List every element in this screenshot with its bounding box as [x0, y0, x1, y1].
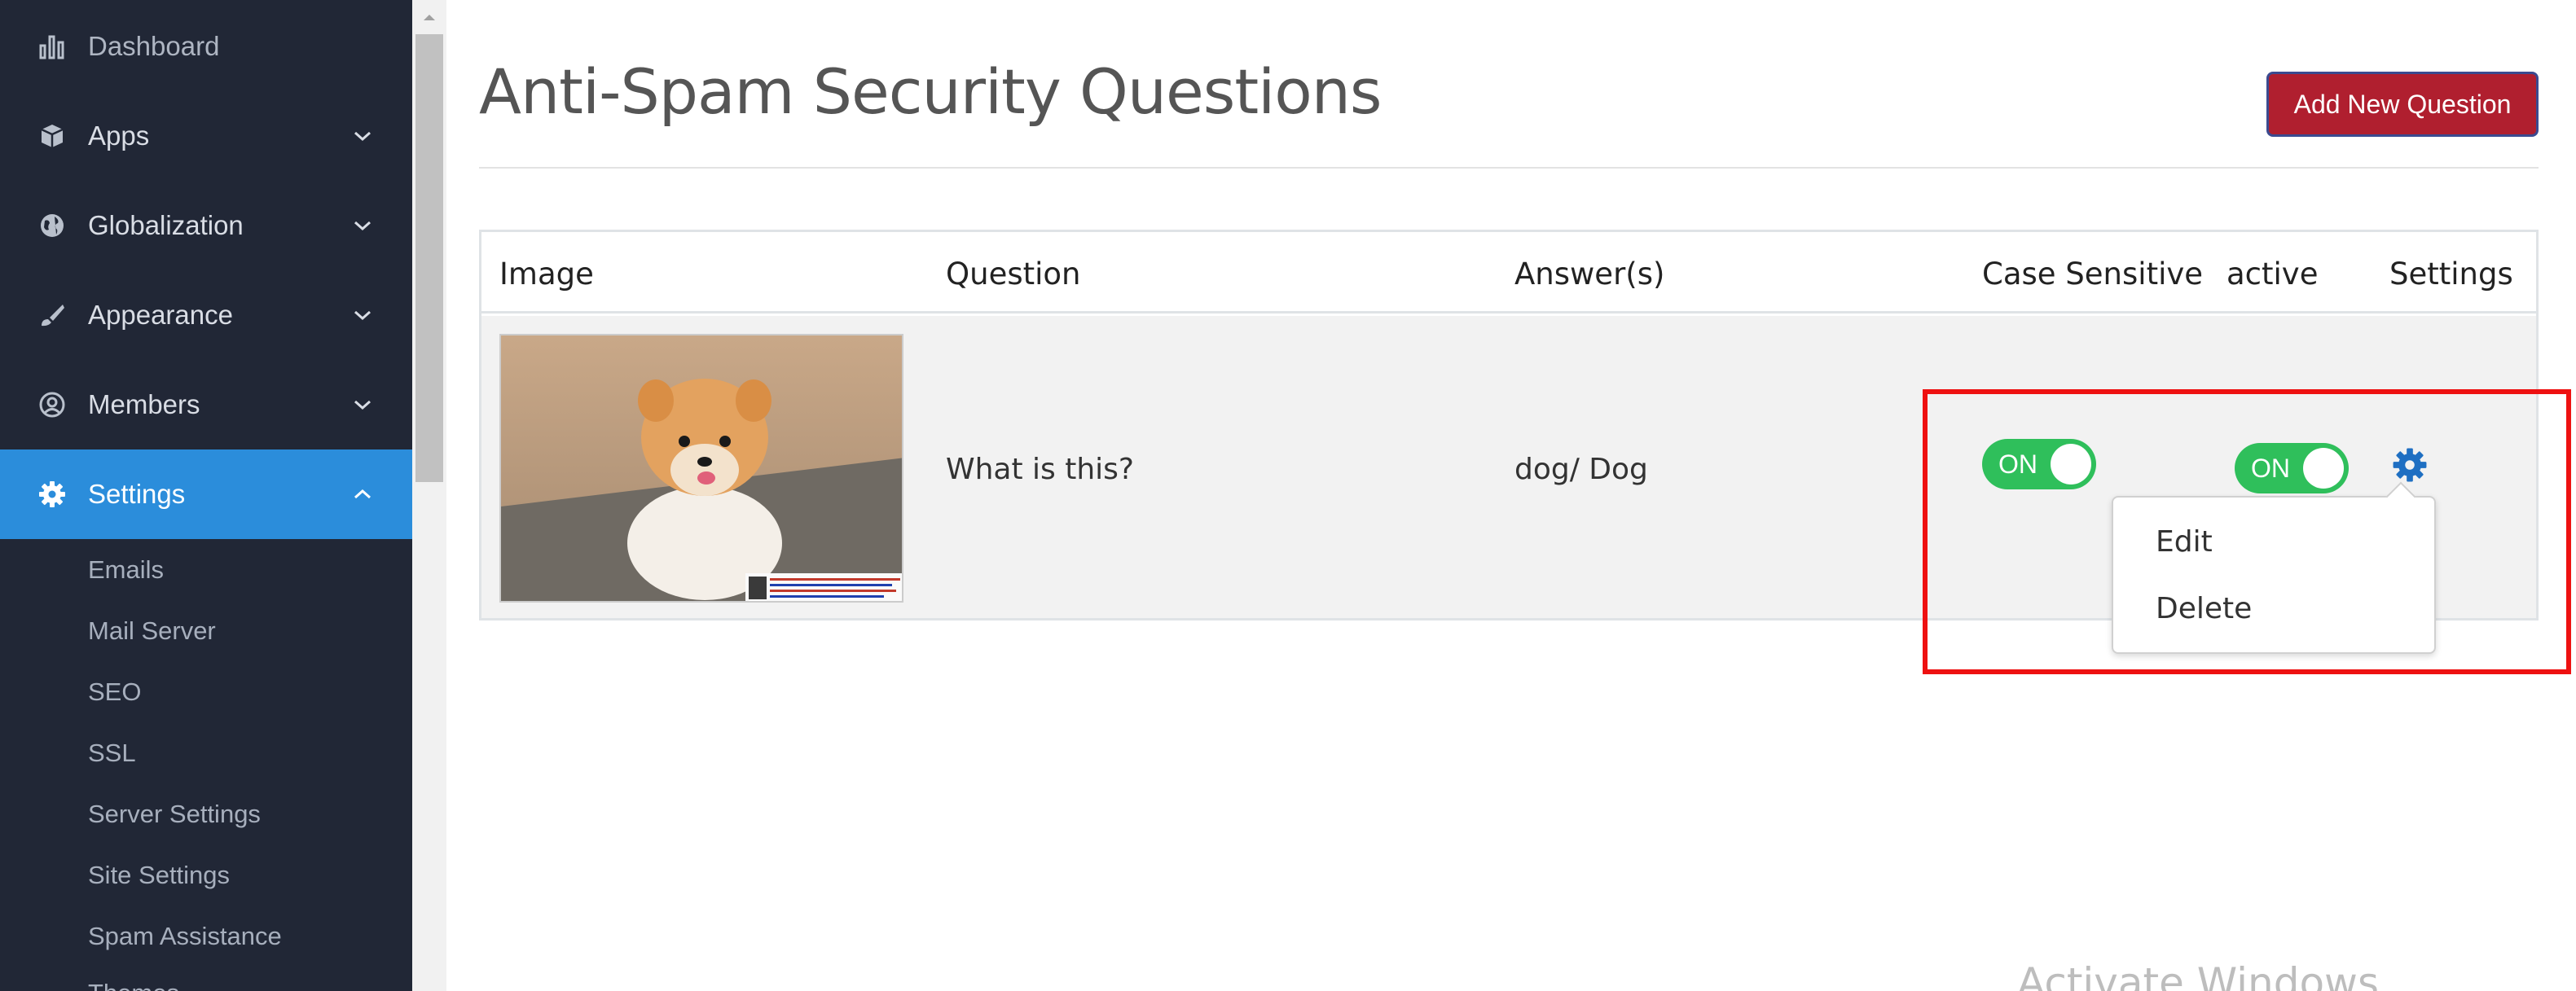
- sidebar-item-apps[interactable]: Apps: [0, 91, 412, 181]
- column-header-answers: Answer(s): [1514, 257, 1665, 292]
- sidebar-subitem-mail-server[interactable]: Mail Server: [88, 616, 216, 646]
- chevron-up-icon: [350, 482, 375, 506]
- sidebar-item-globalization[interactable]: Globalization: [0, 181, 412, 270]
- sidebar-item-label: Dashboard: [88, 31, 220, 61]
- cube-icon: [36, 120, 68, 152]
- column-header-question: Question: [946, 257, 1081, 292]
- sidebar-item-label: Settings: [88, 479, 186, 509]
- gear-icon: [36, 478, 68, 511]
- puppy-photo-icon: [501, 335, 902, 601]
- user-circle-icon: [36, 388, 68, 421]
- answers-text: dog/ Dog: [1514, 453, 1648, 486]
- question-image: [499, 334, 903, 603]
- sidebar-subitem-site-settings[interactable]: Site Settings: [88, 861, 230, 890]
- highlight-box: [1923, 389, 2571, 674]
- globe-icon: [36, 209, 68, 242]
- chevron-down-icon: [350, 303, 375, 327]
- bar-chart-icon: [36, 30, 68, 63]
- chevron-down-icon: [350, 392, 375, 417]
- column-header-image: Image: [499, 257, 594, 292]
- chevron-down-icon: [350, 124, 375, 148]
- sidebar-subitem-themes[interactable]: Themes: [88, 979, 179, 991]
- sidebar-item-label: Appearance: [88, 300, 233, 330]
- sidebar-subitem-spam-assistance[interactable]: Spam Assistance: [88, 922, 282, 951]
- sidebar-item-label: Apps: [88, 121, 150, 151]
- page-title: Anti-Spam Security Questions: [479, 55, 1383, 128]
- add-new-question-button[interactable]: Add New Question: [2266, 72, 2539, 137]
- sidebar-item-dashboard[interactable]: Dashboard: [0, 2, 412, 91]
- column-header-settings: Settings: [2389, 257, 2513, 292]
- brush-icon: [36, 299, 68, 331]
- sidebar: Dashboard Apps Globalization Appearance: [0, 0, 412, 991]
- sidebar-item-appearance[interactable]: Appearance: [0, 270, 412, 360]
- column-header-case-sensitive: Case Sensitive: [1982, 257, 2204, 292]
- sidebar-item-settings[interactable]: Settings: [0, 449, 412, 539]
- chevron-down-icon: [350, 213, 375, 238]
- sidebar-item-label: Members: [88, 389, 200, 419]
- column-header-active: active: [2227, 257, 2319, 292]
- sidebar-subitem-server-settings[interactable]: Server Settings: [88, 800, 261, 829]
- divider: [479, 167, 2539, 169]
- scroll-up-arrow-icon[interactable]: [412, 0, 446, 34]
- sidebar-scrollbar[interactable]: [412, 0, 446, 991]
- scrollbar-thumb[interactable]: [415, 34, 443, 482]
- windows-activation-watermark: Activate Windows: [2017, 959, 2379, 991]
- sidebar-item-members[interactable]: Members: [0, 360, 412, 449]
- question-text: What is this?: [946, 453, 1135, 486]
- table-header: Image Question Answer(s) Case Sensitive …: [481, 232, 2536, 314]
- sidebar-item-label: Globalization: [88, 210, 244, 240]
- sidebar-subitem-seo[interactable]: SEO: [88, 677, 141, 707]
- sidebar-subitem-emails[interactable]: Emails: [88, 555, 164, 585]
- sidebar-subitem-ssl[interactable]: SSL: [88, 739, 136, 768]
